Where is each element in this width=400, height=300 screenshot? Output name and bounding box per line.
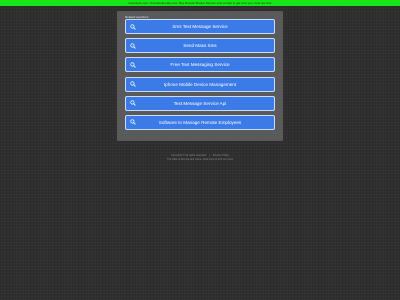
privacy-policy-link[interactable]: Privacy Policy — [213, 154, 229, 157]
domain-sale-banner[interactable]: texasbyte.com / domainsforsale.com: Buy … — [0, 0, 400, 6]
search-item-label: Software to Manage Remote Employees — [158, 119, 242, 125]
search-item-label: Free Text Messaging Service — [170, 62, 230, 68]
related-searches-panel: Related searches Sms Text Message Servic… — [117, 11, 283, 141]
search-item-label: Iphone Mobile Device Management — [163, 81, 237, 87]
copyright-text: Copyright © All rights reserved. — [170, 154, 207, 157]
search-item-label: Sms Text Message Service — [172, 24, 228, 29]
search-item-send-mass-sms[interactable]: Send Mass Sms — [125, 38, 275, 54]
footer-separator: | — [209, 154, 211, 157]
search-item-text-message-service-api[interactable]: Text Message Service Api — [125, 95, 275, 111]
related-searches-list: Sms Text Message Service Send Mass Sms F… — [125, 19, 275, 134]
search-item-sms-text-message-service[interactable]: Sms Text Message Service — [125, 19, 275, 34]
domain-sale-notice-link[interactable]: The Sale of this domain name. Click here… — [167, 158, 233, 161]
footer-line-2: The Sale of this domain name. Click here… — [0, 158, 400, 162]
search-item-label: Text Message Service Api — [173, 100, 227, 106]
footer: Copyright © All rights reserved. | Priva… — [0, 154, 400, 162]
search-item-label: Send Mass Sms — [183, 43, 217, 49]
search-item-free-text-messaging-service[interactable]: Free Text Messaging Service — [125, 57, 275, 73]
search-item-software-to-manage-remote-employees[interactable]: Software to Manage Remote Employees — [125, 114, 275, 130]
search-item-iphone-mobile-device-management[interactable]: Iphone Mobile Device Management — [125, 76, 275, 92]
